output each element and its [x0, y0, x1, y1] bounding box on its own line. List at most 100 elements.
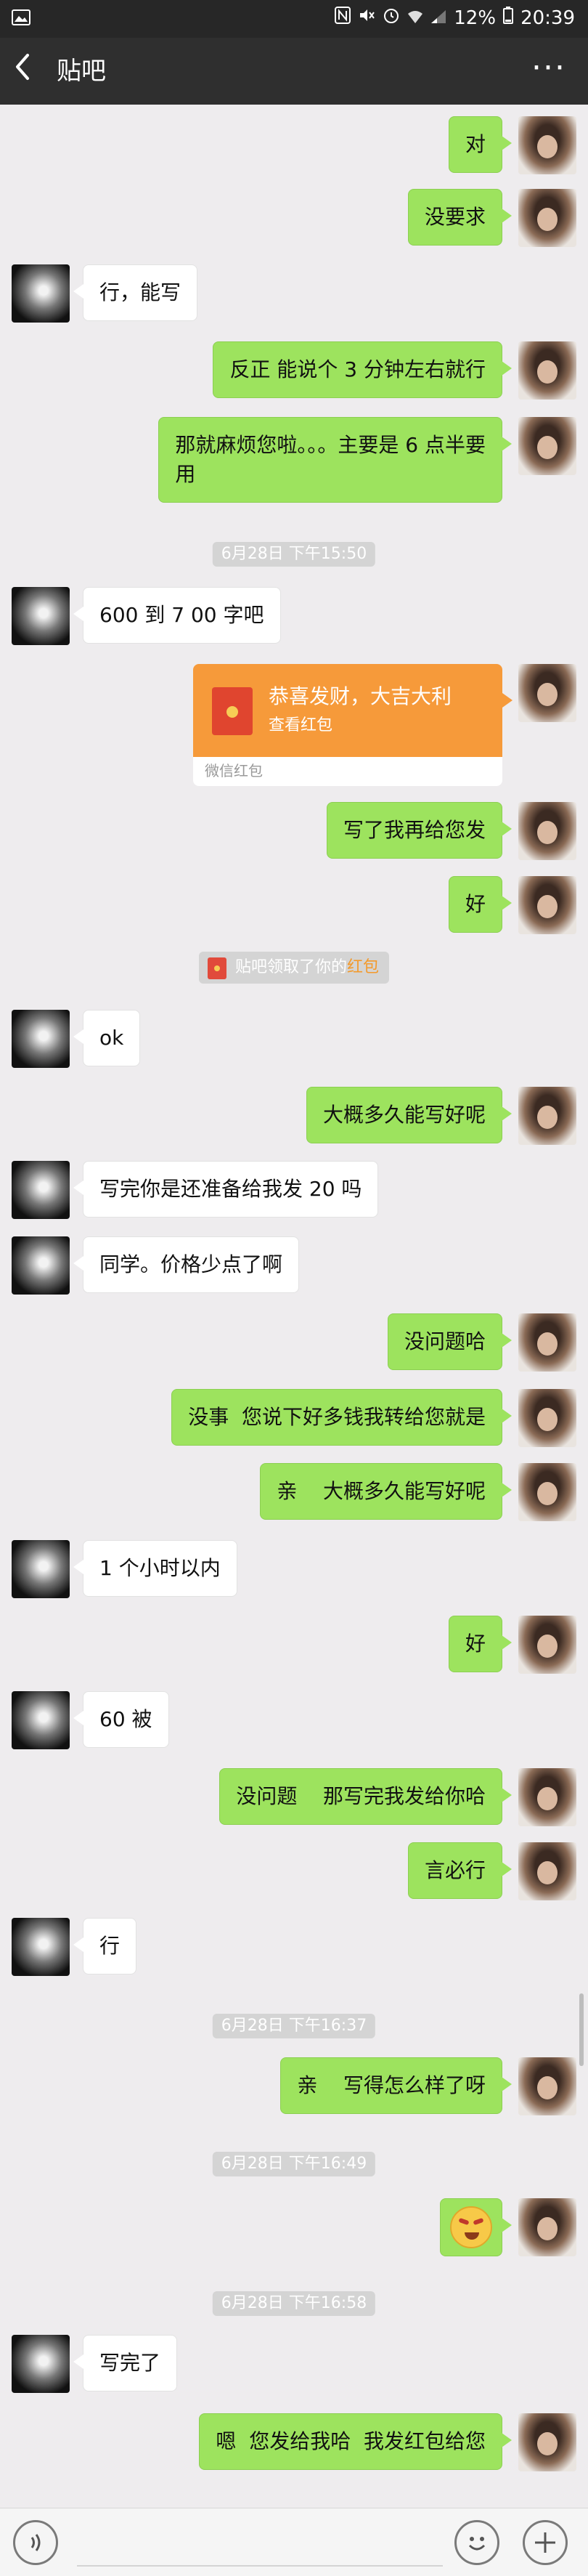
message-row-other: 写完你是还准备给我发 20 吗	[0, 1161, 588, 1219]
message-row-other: 60 被	[0, 1691, 588, 1749]
signal-icon	[430, 7, 446, 29]
message-row-self: 好	[0, 1616, 588, 1674]
message-row-self: 嗯 您发给我哈 我发红包给您	[0, 2413, 588, 2471]
angry-face-emoji	[450, 2206, 492, 2248]
message-row-other: 600 到 7 00 字吧	[0, 587, 588, 645]
timestamp: 6月28日 下午15:50	[212, 542, 376, 567]
avatar[interactable]	[518, 1842, 576, 1900]
avatar[interactable]	[12, 264, 70, 323]
message-bubble[interactable]: 没问题 那写完我发给你哈	[219, 1768, 512, 1825]
message-row-self: 对	[0, 116, 588, 174]
message-row-self: 好	[0, 876, 588, 934]
notice-link[interactable]: 红包	[347, 958, 379, 976]
red-packet-subtitle: 查看红包	[269, 716, 333, 734]
wifi-icon	[407, 7, 423, 29]
message-bubble[interactable]: 60 被	[73, 1691, 169, 1748]
scrollbar-thumb[interactable]	[579, 1993, 584, 2066]
avatar[interactable]	[518, 2413, 576, 2471]
message-bubble[interactable]: 嗯 您发给我哈 我发红包给您	[199, 2413, 512, 2470]
message-bubble[interactable]: 同学。价格少点了啊	[73, 1236, 300, 1293]
message-bubble[interactable]: 1 个小时以内	[73, 1540, 237, 1597]
message-row-self: 没问题哈	[0, 1313, 588, 1372]
avatar[interactable]	[518, 1463, 576, 1521]
red-packet-title: 恭喜发财，大吉大利	[269, 684, 452, 708]
message-bubble[interactable]: 好	[448, 876, 513, 933]
avatar[interactable]	[518, 1616, 576, 1674]
message-bubble[interactable]	[440, 2198, 512, 2256]
message-bubble[interactable]: 写了我再给您发	[326, 802, 513, 859]
chevron-left-icon[interactable]	[12, 51, 32, 92]
avatar[interactable]	[518, 1389, 576, 1447]
message-row-self: 亲 大概多久能写好呢	[0, 1463, 588, 1521]
avatar[interactable]	[12, 1691, 70, 1749]
chat-title: 贴吧	[57, 57, 106, 86]
message-row-self: 大概多久能写好呢	[0, 1087, 588, 1145]
message-row-self: 那就麻烦您啦。。。主要是 6 点半要 用	[0, 417, 588, 506]
nfc-icon	[335, 7, 351, 29]
avatar[interactable]	[12, 1010, 70, 1068]
message-bubble[interactable]: 亲 大概多久能写好呢	[260, 1463, 512, 1520]
avatar[interactable]	[518, 417, 576, 475]
chat-message-list[interactable]: 对没要求行，能写 反正 能说个 3 分钟左右就行那就麻烦您啦。。。主要是 6 点半…	[0, 105, 588, 2508]
message-bubble[interactable]: 言必行	[407, 1842, 513, 1899]
avatar[interactable]	[518, 1313, 576, 1372]
message-bubble[interactable]: 反正 能说个 3 分钟左右就行	[213, 341, 512, 398]
battery-icon	[503, 7, 514, 29]
avatar[interactable]	[518, 802, 576, 860]
message-row-other: 行，能写	[0, 264, 588, 323]
avatar[interactable]	[12, 1918, 70, 1976]
avatar[interactable]	[12, 1540, 70, 1598]
message-input[interactable]	[77, 2519, 443, 2567]
image-icon	[12, 9, 30, 31]
avatar[interactable]	[518, 2198, 576, 2256]
red-packet-footer: 微信红包	[205, 762, 263, 779]
message-bubble[interactable]: 没事 您说下好多钱我转给您就是	[171, 1389, 512, 1446]
avatar[interactable]	[12, 1161, 70, 1219]
avatar[interactable]	[12, 2335, 70, 2393]
message-bubble[interactable]: 写完了	[73, 2335, 178, 2391]
message-row-self: 恭喜发财，大吉大利查看红包微信红包	[0, 664, 588, 786]
avatar[interactable]	[518, 2057, 576, 2115]
voice-icon[interactable]	[13, 2520, 58, 2565]
message-bubble[interactable]: 行，能写	[73, 264, 198, 321]
message-bubble[interactable]: 亲 写得怎么样了呀	[280, 2057, 512, 2114]
message-bubble[interactable]: 好	[448, 1616, 513, 1672]
message-bubble[interactable]: 没要求	[407, 189, 513, 246]
message-row-self: 没事 您说下好多钱我转给您就是	[0, 1389, 588, 1447]
system-notice-row: 贴吧领取了你的红包	[0, 952, 588, 984]
red-packet-card[interactable]: 恭喜发财，大吉大利查看红包微信红包	[193, 664, 513, 786]
message-row-self: 言必行	[0, 1842, 588, 1900]
message-row-other: 1 个小时以内	[0, 1540, 588, 1598]
avatar[interactable]	[518, 664, 576, 722]
avatar[interactable]	[518, 1768, 576, 1826]
message-bubble[interactable]: 600 到 7 00 字吧	[73, 587, 281, 644]
emoji-icon[interactable]	[454, 2520, 499, 2565]
message-row-self: 没要求	[0, 189, 588, 247]
message-bubble[interactable]: 对	[448, 116, 513, 173]
clock: 20:39	[520, 7, 575, 29]
message-bubble[interactable]: 行	[73, 1918, 137, 1974]
message-bubble[interactable]: 没问题哈	[387, 1313, 513, 1370]
alarm-icon	[383, 7, 400, 29]
message-bubble[interactable]: 大概多久能写好呢	[306, 1087, 513, 1143]
avatar[interactable]	[518, 116, 576, 174]
message-row-self: 写了我再给您发	[0, 802, 588, 860]
message-row-other: ok	[0, 1010, 588, 1068]
mute-icon	[358, 7, 375, 29]
red-packet-header: 恭喜发财，大吉大利查看红包	[193, 664, 513, 757]
avatar[interactable]	[518, 189, 576, 247]
avatar[interactable]	[12, 587, 70, 645]
avatar[interactable]	[518, 876, 576, 934]
more-icon[interactable]: ···	[531, 49, 566, 86]
avatar[interactable]	[12, 1236, 70, 1295]
message-bubble[interactable]: 那就麻烦您啦。。。主要是 6 点半要 用	[158, 417, 512, 503]
red-packet-icon	[212, 687, 253, 735]
message-row-self	[0, 2198, 588, 2256]
avatar[interactable]	[518, 1087, 576, 1145]
plus-icon[interactable]	[523, 2520, 568, 2565]
message-bubble[interactable]: 写完你是还准备给我发 20 吗	[73, 1161, 379, 1218]
status-bar: 12% 20:39	[0, 0, 588, 38]
avatar[interactable]	[518, 341, 576, 400]
timestamp: 6月28日 下午16:49	[212, 2152, 376, 2176]
message-bubble[interactable]: ok	[73, 1010, 141, 1066]
